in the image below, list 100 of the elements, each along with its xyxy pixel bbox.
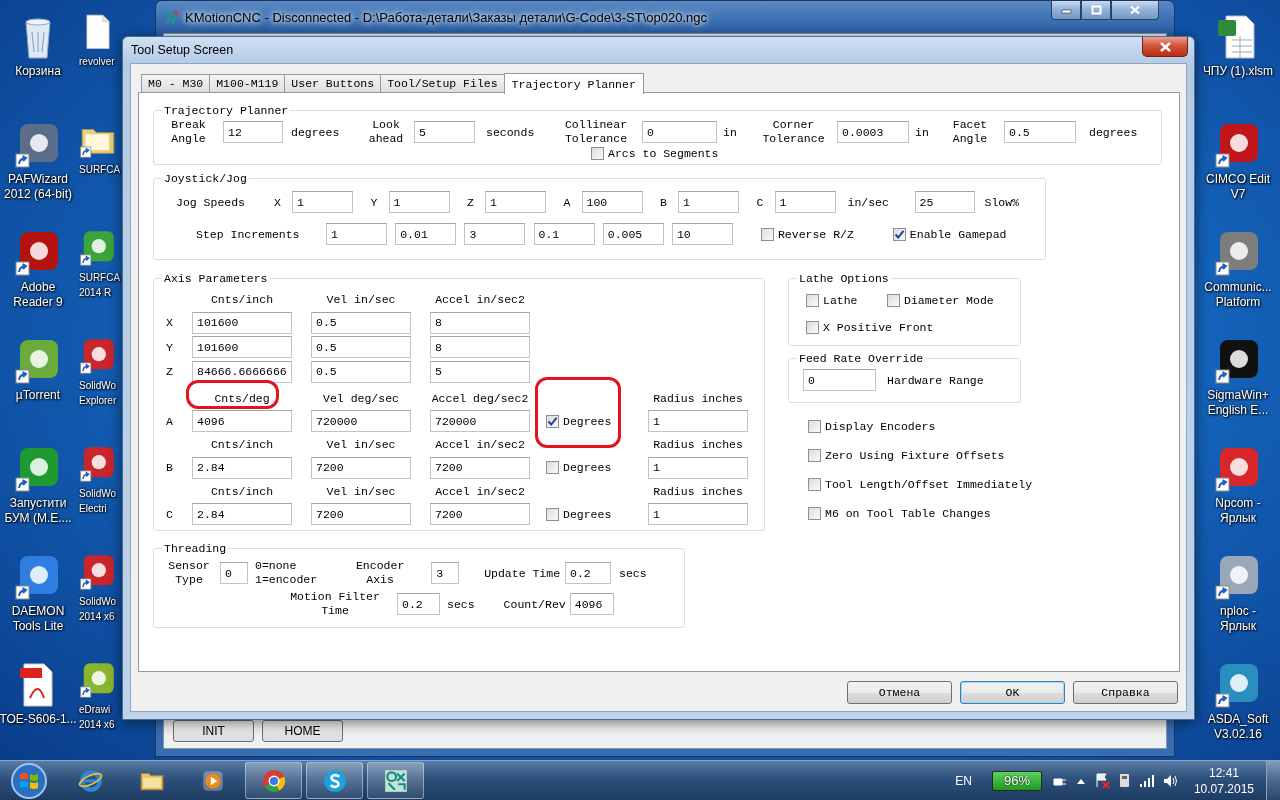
input-field[interactable]: 7200 [430, 456, 530, 479]
taskbar-button[interactable] [367, 762, 424, 799]
icon-label[interactable]: Запустити БУМ (М.Е.... [4, 496, 72, 526]
icon-label[interactable]: SolidWo 2014 x6 [79, 594, 117, 624]
checkbox[interactable]: Lathe [806, 294, 858, 307]
input-field[interactable]: 0 [220, 562, 248, 584]
input-field[interactable]: 0.5 [311, 311, 411, 334]
input-field[interactable]: 0.5 [311, 336, 411, 358]
tab[interactable]: Trajectory Planner [503, 73, 644, 94]
input-field[interactable]: 720000 [311, 410, 411, 432]
show-desktop-button[interactable] [1266, 761, 1280, 800]
dialog-button[interactable]: OK [960, 681, 1065, 704]
checkbox[interactable]: Degrees [546, 507, 612, 521]
icon-label[interactable]: Adobe Reader 9 [13, 280, 63, 310]
input-field[interactable]: 2.84 [192, 456, 292, 479]
dialog-button[interactable]: Отмена [847, 681, 952, 704]
app-icon[interactable] [79, 552, 117, 590]
close-button[interactable] [1111, 1, 1159, 20]
checkbox[interactable]: Tool Length/Offset Immediately [808, 478, 1033, 491]
icon-label[interactable]: eDrawi 2014 x6 [79, 702, 115, 732]
input-field[interactable]: 0.5 [1004, 121, 1076, 143]
taskbar-button[interactable] [245, 762, 302, 799]
input-field[interactable]: 4096 [192, 410, 292, 432]
toolbar-button[interactable]: INIT [173, 720, 254, 742]
input-field[interactable]: 7200 [430, 503, 530, 525]
checkbox[interactable]: Diameter Mode [887, 294, 994, 307]
icon-label[interactable]: Корзина [15, 64, 61, 79]
input-field[interactable]: 5 [414, 121, 475, 143]
toolbar-button[interactable]: HOME [262, 720, 343, 742]
icon-label[interactable]: SURFCA 2014 R [79, 270, 121, 300]
checkbox[interactable]: Degrees [546, 461, 612, 474]
taskbar-button[interactable] [306, 762, 363, 799]
app-icon[interactable] [79, 336, 117, 374]
input-field[interactable]: 84666.6666666 [192, 360, 292, 383]
icon-label[interactable]: SURFCA [79, 162, 121, 177]
input-field[interactable]: 720000 [430, 410, 530, 432]
input-field[interactable]: 1 [774, 191, 836, 213]
input-field[interactable]: 7200 [311, 456, 411, 479]
input-field[interactable]: 0.2 [565, 562, 612, 584]
input-field[interactable]: 101600 [192, 336, 292, 358]
input-field[interactable]: 12 [223, 121, 283, 143]
input-field[interactable]: 0.005 [602, 223, 664, 245]
icon-label[interactable]: SigmaWin+ English E... [1207, 388, 1269, 418]
input-field[interactable]: 1 [648, 503, 748, 525]
icon-label[interactable]: DAEMON Tools Lite [11, 604, 65, 634]
input-field[interactable]: 1 [388, 191, 450, 213]
tab[interactable]: M100-M119 [209, 74, 286, 92]
input-field[interactable]: 0 [803, 369, 876, 391]
checkbox[interactable]: Enable Gamepad [892, 227, 1007, 241]
clock-time[interactable]: 12:41 [1208, 764, 1239, 781]
icon-label[interactable]: revolver [79, 54, 115, 69]
checkbox[interactable]: Display Encoders [808, 420, 936, 433]
input-field[interactable]: 0 [642, 121, 717, 143]
checkbox[interactable]: X Positive Front [806, 321, 934, 334]
clock-date[interactable]: 10.07.2015 [1193, 780, 1254, 797]
input-field[interactable]: 2.84 [192, 503, 292, 525]
input-field[interactable]: 25 [914, 191, 975, 213]
icon-label[interactable]: SolidWo Electri [79, 486, 117, 516]
input-field[interactable]: 10 [671, 223, 733, 245]
tab[interactable]: User Buttons [284, 74, 382, 92]
icon-label[interactable]: PAFWizard 2012 (64-bit) [3, 172, 72, 202]
icon-label[interactable]: Npcom - Ярлык [1215, 496, 1261, 526]
checkbox[interactable]: Degrees [546, 414, 612, 428]
input-field[interactable]: 0.5 [311, 360, 411, 383]
input-field[interactable]: 8 [430, 336, 530, 358]
icon-label[interactable]: Communic... Platform [1204, 280, 1272, 310]
input-field[interactable]: 1 [292, 191, 353, 213]
input-field[interactable]: 0.1 [533, 223, 595, 245]
icon-label[interactable]: ЧПУ (1).xlsm [1202, 64, 1274, 79]
minimize-button[interactable] [1051, 1, 1081, 20]
icon-label[interactable]: SolidWo Explorer [79, 378, 117, 408]
checkbox[interactable]: Arcs to Segments [591, 147, 719, 160]
signal-bars-icon[interactable] [1138, 773, 1155, 788]
input-field[interactable]: 0.0003 [837, 121, 909, 143]
app-icon[interactable] [79, 444, 117, 482]
dialog-button[interactable]: Справка [1073, 681, 1178, 704]
icon-label[interactable]: µTorrent [15, 388, 61, 403]
input-field[interactable]: 3 [464, 223, 526, 245]
tab[interactable]: Tool/Setup Files [380, 74, 505, 92]
input-field[interactable]: 1 [678, 191, 739, 213]
maximize-button[interactable] [1081, 1, 1111, 20]
input-field[interactable]: 1 [648, 410, 748, 432]
icon-label[interactable]: CIMCO Edit V7 [1206, 172, 1270, 202]
input-field[interactable]: 101600 [192, 311, 292, 334]
input-field[interactable]: 0.01 [395, 223, 457, 245]
start-button[interactable] [9, 760, 49, 800]
checkbox[interactable]: Reverse R/Z [760, 227, 854, 241]
tab[interactable]: M0 - M30 [141, 74, 211, 92]
input-field[interactable]: 1 [326, 223, 387, 245]
icon-label[interactable]: TOE-S606-1... [0, 712, 77, 727]
input-field[interactable]: 4096 [569, 593, 614, 615]
input-field[interactable]: 1 [485, 191, 546, 213]
language-indicator[interactable]: EN [955, 773, 972, 788]
flag-icon[interactable] [1093, 772, 1110, 789]
app-icon[interactable] [79, 660, 117, 698]
input-field[interactable]: 5 [430, 360, 530, 383]
checkbox[interactable]: Zero Using Fixture Offsets [808, 449, 1005, 462]
close-button[interactable] [1142, 37, 1188, 57]
app-icon[interactable] [79, 228, 117, 266]
checkbox[interactable]: M6 on Tool Table Changes [808, 507, 991, 520]
